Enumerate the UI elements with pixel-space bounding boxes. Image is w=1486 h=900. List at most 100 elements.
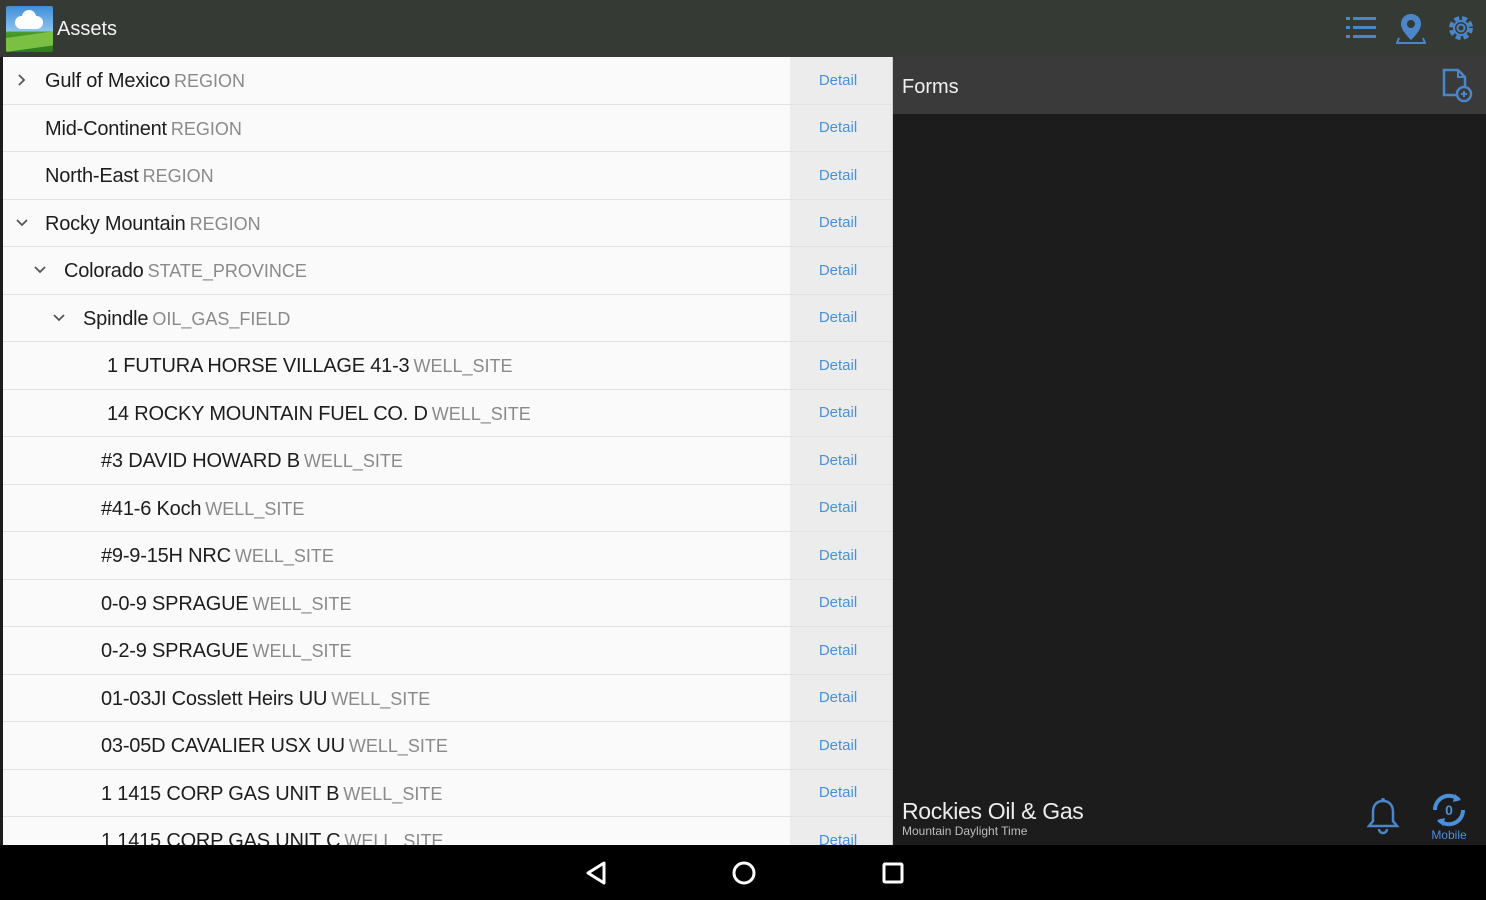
detail-column: Detail [790, 389, 892, 436]
chevron-down-icon[interactable] [29, 259, 51, 281]
recents-icon[interactable] [878, 859, 908, 887]
asset-type: REGION [174, 71, 246, 91]
detail-column: Detail [790, 484, 892, 531]
detail-link[interactable]: Detail [819, 72, 857, 89]
detail-link[interactable]: Detail [819, 309, 857, 326]
tree-row[interactable]: #9-9-15H NRC WELL_SITE Detail [3, 532, 892, 580]
asset-name: 03-05D CAVALIER USX UU [101, 735, 345, 757]
detail-column: Detail [790, 152, 892, 199]
tree-row-label: 14 ROCKY MOUNTAIN FUEL CO. D WELL_SITE [107, 403, 531, 426]
asset-type: REGION [189, 213, 261, 234]
detail-link[interactable]: Detail [819, 547, 857, 564]
asset-name: #41-6 Koch [101, 497, 202, 520]
tree-row-label: Mid-Continent REGION [45, 118, 242, 141]
tree-row-label: 0-0-9 SPRAGUE WELL_SITE [101, 593, 352, 616]
detail-link[interactable]: Detail [819, 689, 857, 706]
new-form-icon[interactable] [1438, 67, 1474, 103]
asset-name: #3 DAVID HOWARD B [101, 450, 300, 472]
tree-row[interactable]: 1 1415 CORP GAS UNIT C WELL_SITE Detail [3, 817, 892, 845]
asset-type: REGION [170, 118, 242, 139]
tree-row[interactable]: 14 ROCKY MOUNTAIN FUEL CO. D WELL_SITE Det… [3, 389, 892, 437]
asset-name: Spindle [83, 307, 149, 330]
tree-row-label: Gulf of Mexico REGION [45, 70, 245, 93]
asset-type: REGION [142, 166, 214, 186]
detail-column: Detail [790, 532, 892, 579]
detail-column: Detail [790, 247, 892, 294]
tree-row[interactable]: #3 DAVID HOWARD B WELL_SITE Detail [3, 437, 892, 485]
detail-link[interactable]: Detail [819, 404, 857, 421]
asset-name: 0-2-9 SPRAGUE [101, 640, 249, 662]
asset-name: 1 1415 CORP GAS UNIT C [101, 830, 341, 845]
tree-row[interactable]: 0-0-9 SPRAGUE WELL_SITE Detail [3, 579, 892, 627]
asset-name: 1 FUTURA HORSE VILLAGE 41-3 [107, 355, 410, 377]
tree-row-label: North-East REGION [45, 165, 214, 188]
asset-name: Mid-Continent [45, 117, 167, 140]
asset-type: WELL_SITE [331, 688, 431, 709]
tree-row[interactable]: #41-6 Koch WELL_SITE Detail [3, 484, 892, 532]
action-bar: Assets [0, 0, 1486, 57]
tree-row-label: #3 DAVID HOWARD B WELL_SITE [101, 450, 403, 473]
asset-type: WELL_SITE [205, 498, 305, 519]
tree-row[interactable]: Rocky Mountain REGION Detail [3, 199, 892, 247]
tree-row[interactable]: Spindle OIL_GAS_FIELD Detail [3, 294, 892, 342]
sync-count: 0 [1445, 802, 1453, 818]
asset-type: STATE_PROVINCE [147, 261, 307, 281]
tree-row[interactable]: 1 FUTURA HORSE VILLAGE 41-3 WELL_SITE Deta… [3, 342, 892, 390]
back-icon[interactable] [582, 859, 612, 887]
tree-row-label: Colorado STATE_PROVINCE [64, 260, 307, 283]
detail-link[interactable]: Detail [819, 832, 857, 845]
asset-type: WELL_SITE [303, 451, 403, 471]
detail-column: Detail [790, 769, 892, 816]
tree-row[interactable]: Mid-Continent REGION Detail [3, 104, 892, 152]
tree-row[interactable]: 01-03JI Cosslett Heirs UU WELL_SITE Detail [3, 674, 892, 722]
asset-name: Gulf of Mexico [45, 70, 171, 92]
tree-row[interactable]: Colorado STATE_PROVINCE Detail [3, 247, 892, 295]
tree-row[interactable]: 03-05D CAVALIER USX UU WELL_SITE Detail [3, 722, 892, 770]
tree-row[interactable]: North-East REGION Detail [3, 152, 892, 200]
gear-icon[interactable] [1444, 11, 1478, 45]
app-logo-icon[interactable] [6, 6, 53, 52]
detail-link[interactable]: Detail [819, 119, 857, 136]
detail-link[interactable]: Detail [819, 784, 857, 801]
detail-link[interactable]: Detail [819, 167, 857, 184]
map-pin-icon[interactable] [1394, 11, 1428, 45]
tree-row-label: 1 1415 CORP GAS UNIT B WELL_SITE [101, 783, 442, 806]
tree-row[interactable]: Gulf of Mexico REGION Detail [3, 57, 892, 105]
tree-row-label: Spindle OIL_GAS_FIELD [83, 308, 290, 331]
sync-button[interactable]: 0 Mobile [1425, 790, 1473, 844]
asset-type: WELL_SITE [234, 546, 334, 566]
asset-type: WELL_SITE [344, 831, 444, 845]
detail-column: Detail [790, 627, 892, 674]
asset-name: Colorado [64, 260, 144, 282]
detail-column: Detail [790, 199, 892, 246]
list-icon[interactable] [1344, 11, 1378, 45]
tree-row[interactable]: 0-2-9 SPRAGUE WELL_SITE Detail [3, 627, 892, 675]
detail-column: Detail [790, 674, 892, 721]
asset-tree[interactable]: Gulf of Mexico REGION Detail Mid-Continent R… [3, 57, 893, 845]
detail-link[interactable]: Detail [819, 594, 857, 611]
asset-type: OIL_GAS_FIELD [152, 308, 291, 329]
asset-name: 14 ROCKY MOUNTAIN FUEL CO. D [107, 402, 428, 425]
tree-row-label: 1 1415 CORP GAS UNIT C WELL_SITE [101, 830, 443, 845]
tree-row[interactable]: 1 1415 CORP GAS UNIT B WELL_SITE Detail [3, 769, 892, 817]
chevron-down-icon[interactable] [11, 212, 33, 234]
asset-name: 1 1415 CORP GAS UNIT B [101, 782, 340, 805]
asset-type: WELL_SITE [252, 641, 352, 661]
detail-link[interactable]: Detail [819, 262, 857, 279]
detail-column: Detail [790, 57, 892, 104]
detail-link[interactable]: Detail [819, 642, 857, 659]
tree-row-label: 1 FUTURA HORSE VILLAGE 41-3 WELL_SITE [107, 355, 513, 378]
detail-link[interactable]: Detail [819, 499, 857, 516]
detail-link[interactable]: Detail [819, 452, 857, 469]
tree-row-label: 03-05D CAVALIER USX UU WELL_SITE [101, 735, 448, 758]
chevron-down-icon[interactable] [48, 307, 70, 329]
asset-name: 01-03JI Cosslett Heirs UU [101, 687, 328, 710]
home-icon[interactable] [729, 859, 759, 887]
asset-type: WELL_SITE [431, 403, 531, 424]
detail-link[interactable]: Detail [819, 737, 857, 754]
detail-link[interactable]: Detail [819, 357, 857, 374]
bell-icon[interactable] [1365, 796, 1401, 836]
detail-link[interactable]: Detail [819, 214, 857, 231]
tree-row-label: #9-9-15H NRC WELL_SITE [101, 545, 334, 568]
chevron-right-icon[interactable] [11, 69, 33, 91]
